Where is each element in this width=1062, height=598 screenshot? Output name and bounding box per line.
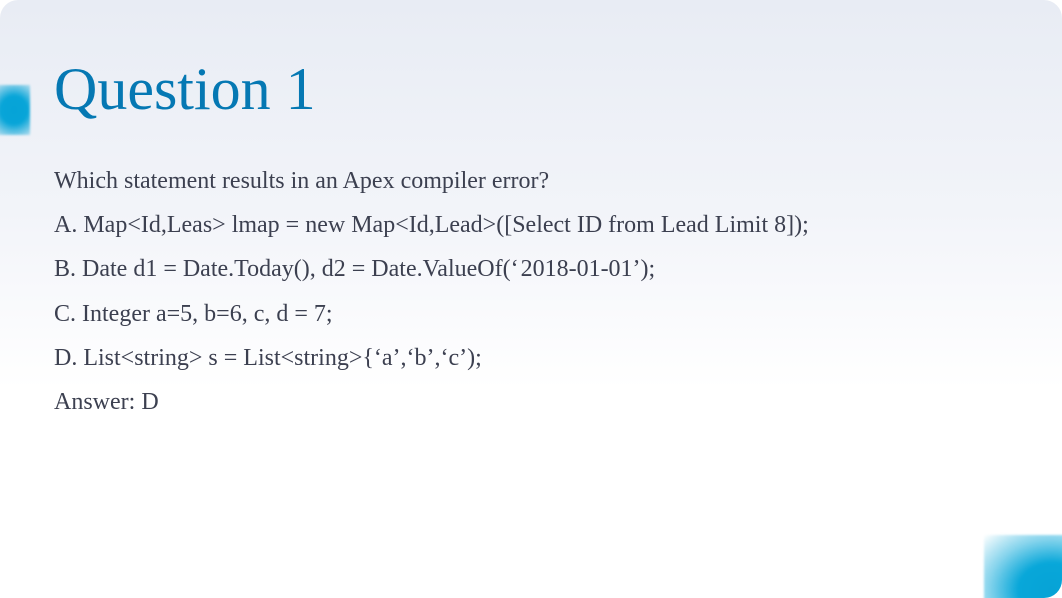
question-text: Which statement results in an Apex compi… <box>54 166 1008 197</box>
decoration-left-glow <box>0 85 30 135</box>
option-d: D. List<string> s = List<string>{‘a’,‘b’… <box>54 343 1008 374</box>
slide-body: Which statement results in an Apex compi… <box>54 166 1008 418</box>
slide-card: Question 1 Which statement results in an… <box>0 0 1062 598</box>
answer-text: Answer: D <box>54 387 1008 418</box>
slide-title: Question 1 <box>54 55 1008 124</box>
option-a: A. Map<Id,Leas> lmap = new Map<Id,Lead>(… <box>54 210 1008 241</box>
option-c: C. Integer a=5, b=6, c, d = 7; <box>54 299 1008 330</box>
decoration-right-glow <box>984 535 1062 598</box>
option-b: B. Date d1 = Date.Today(), d2 = Date.Val… <box>54 254 1008 285</box>
